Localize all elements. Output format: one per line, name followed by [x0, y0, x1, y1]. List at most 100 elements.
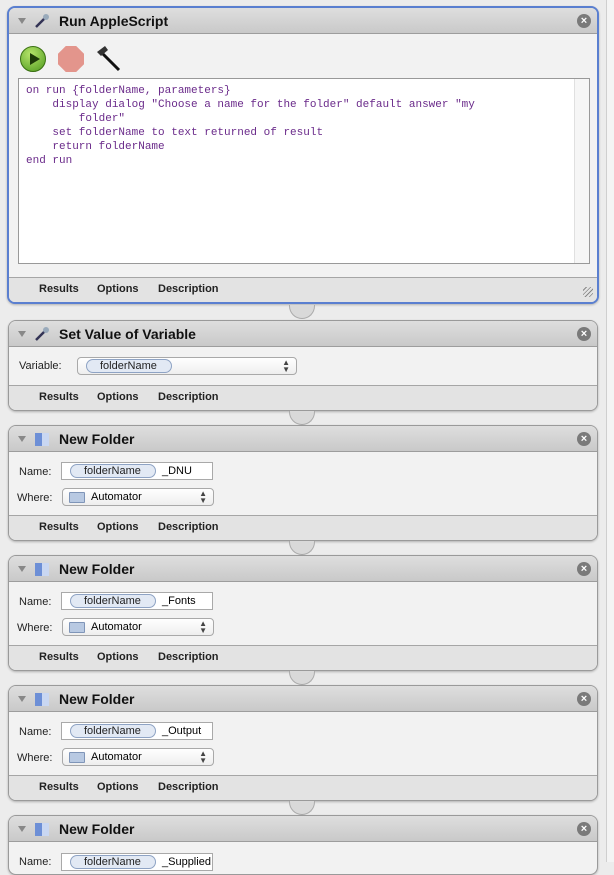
name-field[interactable]: folderName _Supplied — [61, 853, 213, 871]
resize-handle[interactable] — [583, 287, 593, 297]
action-header[interactable]: Run AppleScript × — [9, 8, 597, 34]
finder-icon — [35, 433, 49, 446]
where-label: Where: — [17, 492, 53, 504]
action-header[interactable]: New Folder × — [9, 426, 597, 452]
compile-hammer-icon[interactable] — [93, 44, 123, 74]
disclosure-triangle-icon[interactable] — [18, 566, 26, 572]
script-icon — [35, 14, 49, 28]
action-title: New Folder — [59, 691, 135, 707]
name-field[interactable]: folderName _Fonts — [61, 592, 213, 610]
disclosure-triangle-icon[interactable] — [18, 696, 26, 702]
tab-results[interactable]: Results — [39, 521, 79, 533]
tab-options[interactable]: Options — [97, 781, 139, 793]
tab-options[interactable]: Options — [97, 283, 139, 295]
connector — [289, 541, 315, 555]
script-editor[interactable]: on run {folderName, parameters} display … — [18, 78, 590, 264]
action-new-folder[interactable]: New Folder × Name: folderName _Supplied — [8, 815, 598, 875]
editor-scrollbar[interactable] — [574, 79, 589, 263]
action-title: Run AppleScript — [59, 13, 169, 29]
script-code[interactable]: on run {folderName, parameters} display … — [26, 84, 475, 168]
where-value: Automator — [91, 621, 142, 633]
close-icon[interactable]: × — [577, 14, 591, 28]
action-footer: Results Options Description — [9, 645, 597, 670]
popup-arrows-icon: ▲ ▼ — [199, 619, 207, 635]
disclosure-triangle-icon[interactable] — [18, 18, 26, 24]
tab-results[interactable]: Results — [39, 391, 79, 403]
action-footer: Results Options Description — [9, 775, 597, 800]
disclosure-triangle-icon[interactable] — [18, 331, 26, 337]
variable-token[interactable]: folderName — [86, 359, 172, 373]
finder-icon — [35, 823, 49, 836]
tab-results[interactable]: Results — [39, 283, 79, 295]
action-set-variable[interactable]: Set Value of Variable × Variable: folder… — [8, 320, 598, 411]
action-title: New Folder — [59, 821, 135, 837]
name-field[interactable]: folderName _Output — [61, 722, 213, 740]
folder-icon — [69, 492, 85, 503]
action-footer: Results Options Description — [9, 515, 597, 540]
variable-token[interactable]: folderName — [70, 464, 156, 478]
popup-arrows-icon: ▲ ▼ — [199, 749, 207, 765]
action-header[interactable]: Set Value of Variable × — [9, 321, 597, 347]
action-new-folder[interactable]: New Folder × Name: folderName _DNU Where… — [8, 425, 598, 541]
action-title: New Folder — [59, 431, 135, 447]
where-value: Automator — [91, 751, 142, 763]
connector — [289, 801, 315, 815]
tab-results[interactable]: Results — [39, 781, 79, 793]
name-suffix: _Supplied — [162, 856, 211, 868]
tab-options[interactable]: Options — [97, 651, 139, 663]
action-title: Set Value of Variable — [59, 326, 196, 342]
play-icon — [30, 53, 40, 65]
name-label: Name: — [19, 466, 52, 478]
where-popup[interactable]: Automator ▲ ▼ — [62, 618, 214, 636]
connector — [289, 671, 315, 685]
close-icon[interactable]: × — [577, 562, 591, 576]
close-icon[interactable]: × — [577, 327, 591, 341]
action-header[interactable]: New Folder × — [9, 816, 597, 842]
name-label: Name: — [19, 726, 52, 738]
popup-arrows-icon: ▲ ▼ — [282, 358, 290, 374]
tab-description[interactable]: Description — [158, 521, 219, 533]
tab-description[interactable]: Description — [158, 781, 219, 793]
action-header[interactable]: New Folder × — [9, 686, 597, 712]
action-header[interactable]: New Folder × — [9, 556, 597, 582]
variable-token[interactable]: folderName — [70, 724, 156, 738]
action-run-applescript[interactable]: Run AppleScript × on run {folderName, pa… — [7, 6, 599, 304]
close-icon[interactable]: × — [577, 822, 591, 836]
name-suffix: _DNU — [162, 465, 192, 477]
action-footer: Results Options Description — [9, 277, 597, 302]
popup-arrows-icon: ▲ ▼ — [199, 489, 207, 505]
name-suffix: _Fonts — [162, 595, 196, 607]
name-label: Name: — [19, 856, 52, 868]
disclosure-triangle-icon[interactable] — [18, 826, 26, 832]
close-icon[interactable]: × — [577, 432, 591, 446]
tab-options[interactable]: Options — [97, 391, 139, 403]
run-button[interactable] — [20, 46, 46, 72]
finder-icon — [35, 693, 49, 706]
connector — [289, 305, 315, 319]
where-value: Automator — [91, 491, 142, 503]
where-label: Where: — [17, 752, 53, 764]
variable-token[interactable]: folderName — [70, 594, 156, 608]
action-title: New Folder — [59, 561, 135, 577]
script-icon — [35, 327, 49, 341]
tab-description[interactable]: Description — [158, 391, 219, 403]
name-field[interactable]: folderName _DNU — [61, 462, 213, 480]
stop-button[interactable] — [58, 46, 84, 72]
name-suffix: _Output — [162, 725, 202, 737]
where-label: Where: — [17, 622, 53, 634]
action-new-folder[interactable]: New Folder × Name: folderName _Output Wh… — [8, 685, 598, 801]
tab-description[interactable]: Description — [158, 283, 219, 295]
tab-options[interactable]: Options — [97, 521, 139, 533]
variable-label: Variable: — [19, 360, 62, 372]
folder-icon — [69, 752, 85, 763]
tab-results[interactable]: Results — [39, 651, 79, 663]
scrollbar[interactable] — [606, 0, 614, 862]
close-icon[interactable]: × — [577, 692, 591, 706]
variable-popup[interactable]: folderName ▲ ▼ — [77, 357, 297, 375]
disclosure-triangle-icon[interactable] — [18, 436, 26, 442]
where-popup[interactable]: Automator ▲ ▼ — [62, 748, 214, 766]
variable-token[interactable]: folderName — [70, 855, 156, 869]
where-popup[interactable]: Automator ▲ ▼ — [62, 488, 214, 506]
action-new-folder[interactable]: New Folder × Name: folderName _Fonts Whe… — [8, 555, 598, 671]
tab-description[interactable]: Description — [158, 651, 219, 663]
